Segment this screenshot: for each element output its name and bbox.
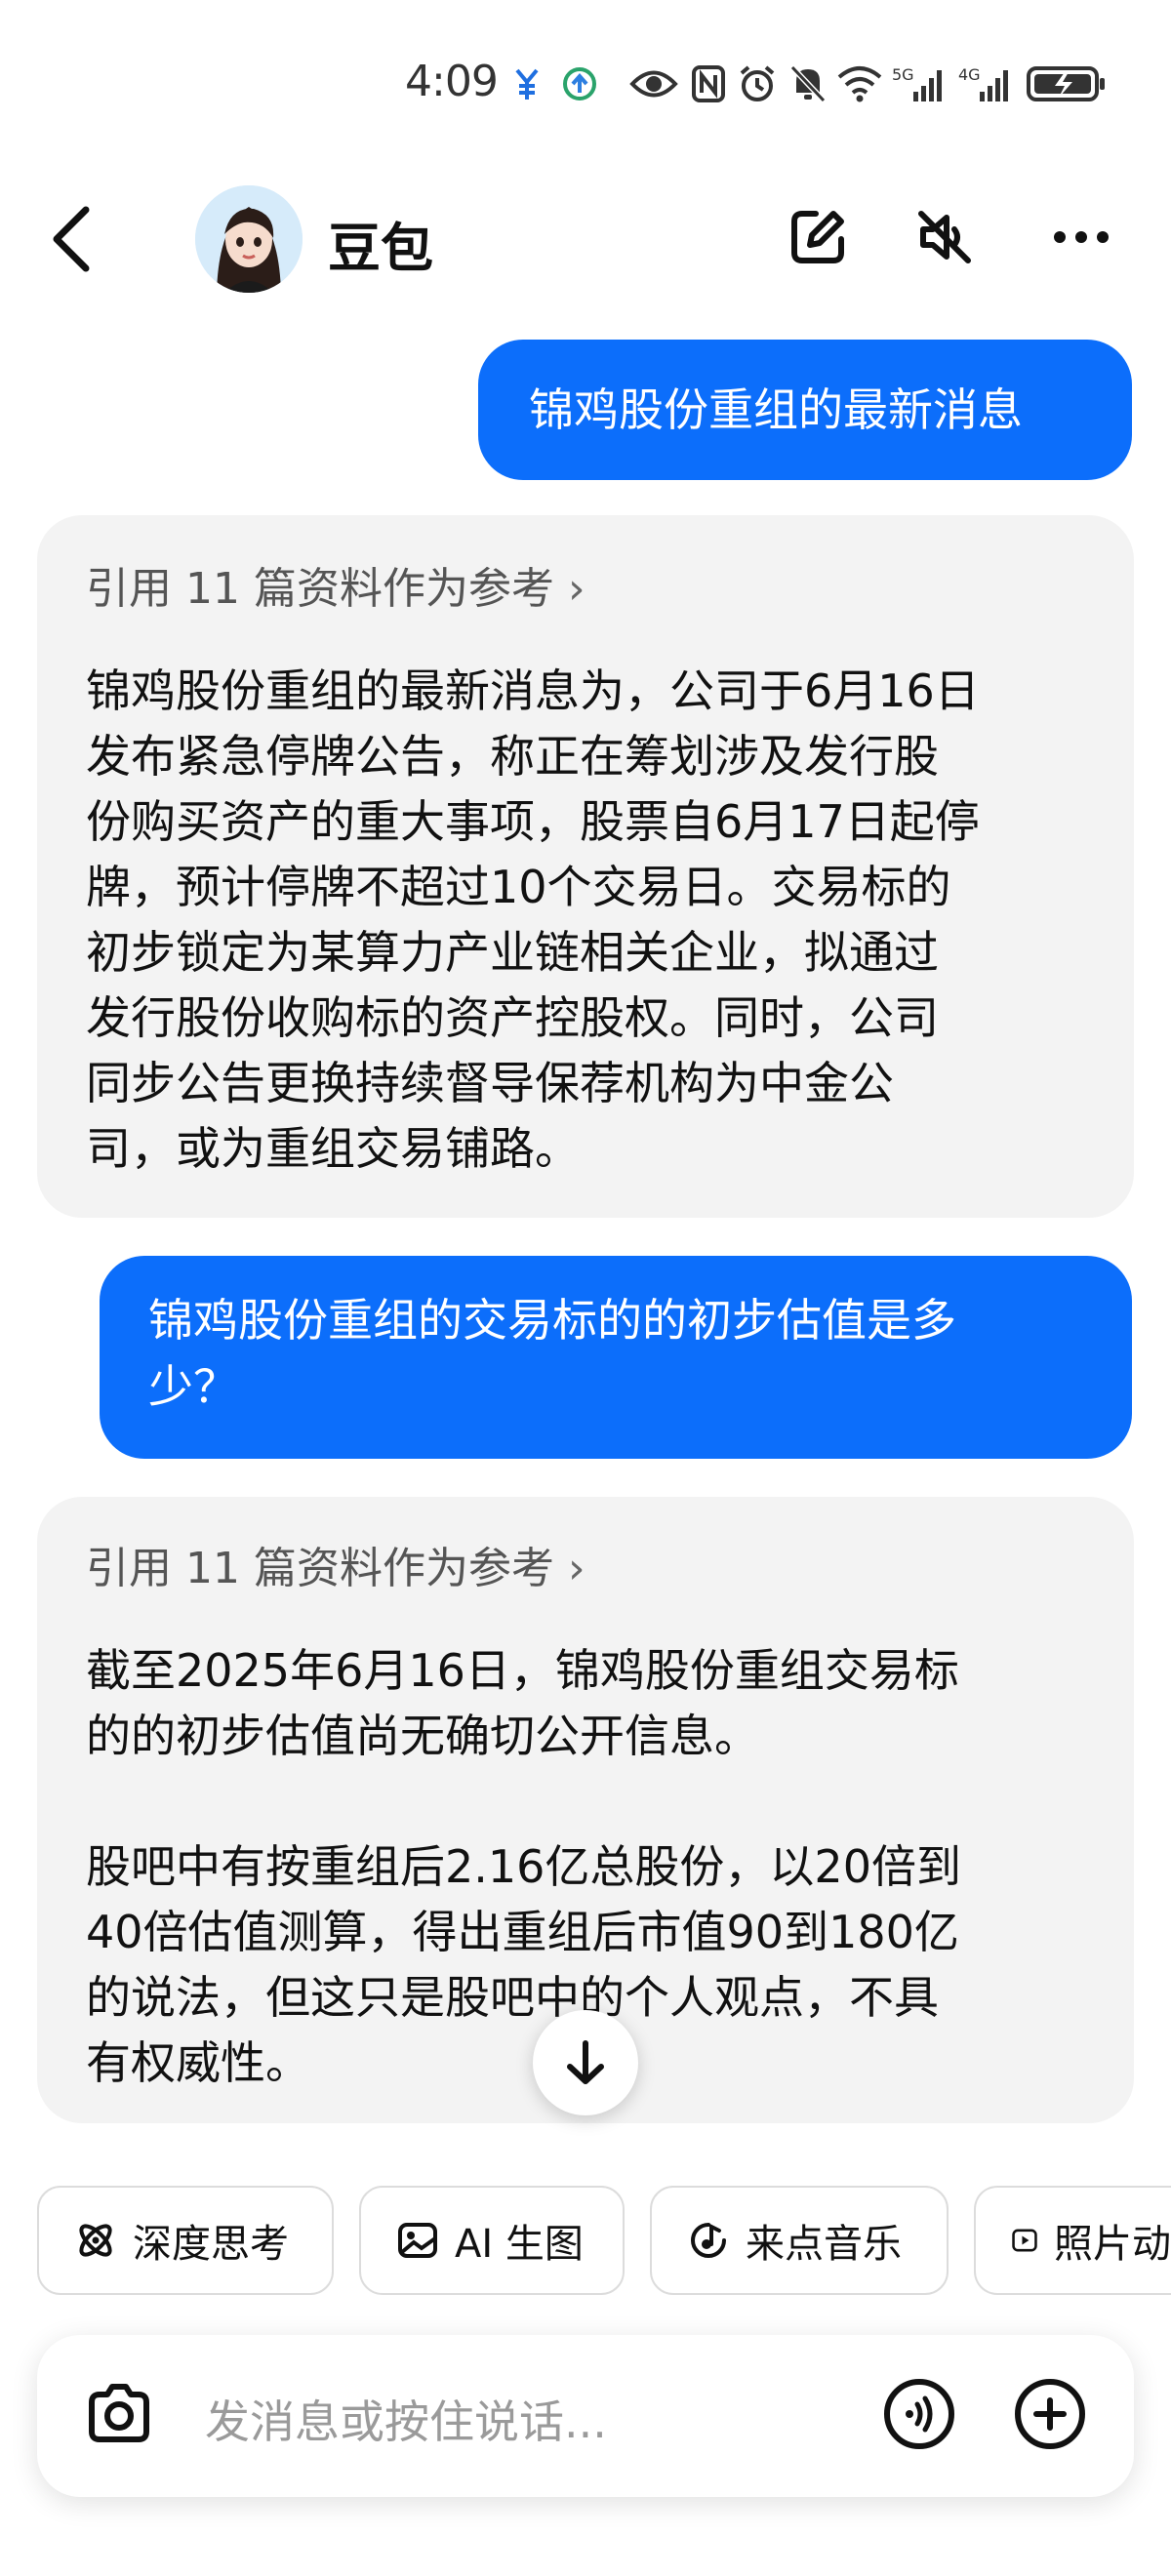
image-icon (398, 2223, 437, 2258)
scroll-to-bottom-button[interactable] (533, 2010, 638, 2115)
reference-link[interactable]: 引用 11 篇资料作为参考 › (86, 1536, 1134, 1601)
svg-text:5G: 5G (892, 65, 914, 84)
yen-notification-icon (509, 62, 545, 105)
response-line: 份购买资产的重大事项，股票自6月17日起停 (86, 795, 980, 848)
chip-ai-image[interactable]: AI 生图 (359, 2186, 625, 2295)
back-button[interactable] (43, 200, 101, 278)
more-options-button[interactable] (1013, 2377, 1087, 2451)
4g-signal-icon: 4G (958, 62, 1013, 105)
response-line: 发行股份收购标的资产控股权。同时，公司 (86, 991, 939, 1044)
mute-icon (787, 62, 829, 105)
chip-label: 照片动 (1054, 2222, 1171, 2267)
edit-icon (791, 211, 844, 263)
user-message-line: 少？ (148, 1360, 238, 1413)
user-message-text: 锦鸡股份重组的最新消息 (529, 383, 1023, 436)
atom-icon (79, 2224, 112, 2257)
chip-photo-animate[interactable]: 照片动 (974, 2186, 1171, 2295)
user-message-line: 锦鸡股份重组的交易标的的初步估值是多 (148, 1294, 956, 1347)
more-button[interactable] (1044, 200, 1118, 274)
bot-response-text: 锦鸡股份重组的最新消息为，公司于6月16日 发布紧急停牌公告，称正在筹划涉及发行… (86, 659, 1134, 1182)
reference-text: 引用 11 篇资料作为参考 (86, 564, 554, 614)
plus-icon (1015, 2379, 1085, 2449)
chip-label: AI 生图 (455, 2222, 584, 2267)
wifi-icon (835, 62, 884, 105)
response-line: 初步锁定为某算力产业链相关企业，拟通过 (86, 926, 939, 979)
alarm-icon (736, 62, 779, 105)
voice-call-icon (884, 2379, 954, 2449)
reference-link[interactable]: 引用 11 篇资料作为参考 › (86, 556, 1134, 622)
battery-charging-icon (1025, 62, 1109, 105)
camera-icon (89, 2384, 149, 2442)
response-line: 股吧中有按重组后2.16亿总股份，以20倍到 (86, 1840, 961, 1893)
nfc-icon (689, 62, 728, 105)
voice-call-button[interactable] (882, 2377, 956, 2451)
response-line: 截至2025年6月16日，锦鸡股份重组交易标 (86, 1644, 959, 1697)
chip-label: 深度思考 (133, 2222, 289, 2267)
5g-signal-icon: 5G (892, 62, 947, 105)
bot-avatar[interactable] (195, 185, 303, 293)
chip-music[interactable]: 来点音乐 (650, 2186, 949, 2295)
play-icon (1012, 2229, 1037, 2252)
arrow-down-icon (567, 2040, 604, 2084)
response-line: 发布紧急停牌公告，称正在筹划涉及发行股 (86, 730, 939, 783)
response-line: 司，或为重组交易铺路。 (86, 1122, 580, 1175)
eye-icon (628, 62, 679, 105)
chevron-right-icon: › (567, 564, 586, 614)
chip-deep-thinking[interactable]: 深度思考 (37, 2186, 334, 2295)
sound-toggle-button[interactable] (908, 200, 982, 274)
svg-text:4G: 4G (958, 65, 981, 84)
back-arrow-icon (53, 206, 90, 272)
response-line: 锦鸡股份重组的最新消息为，公司于6月16日 (86, 664, 980, 717)
more-icon (1054, 231, 1109, 243)
bot-response-card[interactable]: 引用 11 篇资料作为参考 › 锦鸡股份重组的最新消息为，公司于6月16日 发布… (37, 515, 1134, 1218)
response-line: 同步公告更换持续督导保荐机构为中金公 (86, 1057, 894, 1109)
message-input[interactable]: 发消息或按住说话... (205, 2387, 607, 2451)
chip-label: 来点音乐 (746, 2222, 902, 2267)
response-line: 的的初步估值尚无确切公开信息。 (86, 1710, 759, 1762)
response-line: 40倍估值测算，得出重组后市值90到180亿 (86, 1906, 959, 1958)
user-message-bubble[interactable]: 锦鸡股份重组的最新消息 (478, 340, 1132, 480)
response-line: 牌，预计停牌不超过10个交易日。交易标的 (86, 861, 951, 913)
new-chat-button[interactable] (781, 200, 855, 274)
reference-text: 引用 11 篇资料作为参考 (86, 1544, 554, 1593)
music-note-icon (691, 2223, 726, 2258)
speaker-muted-icon (918, 211, 971, 263)
camera-button[interactable] (82, 2377, 156, 2451)
bot-name: 豆包 (328, 218, 433, 279)
status-time: 4:09 (405, 57, 499, 106)
user-message-bubble[interactable]: 锦鸡股份重组的交易标的的初步估值是多 少？ (100, 1256, 1132, 1459)
app-notification-icon (560, 62, 599, 105)
chevron-right-icon: › (567, 1544, 586, 1593)
